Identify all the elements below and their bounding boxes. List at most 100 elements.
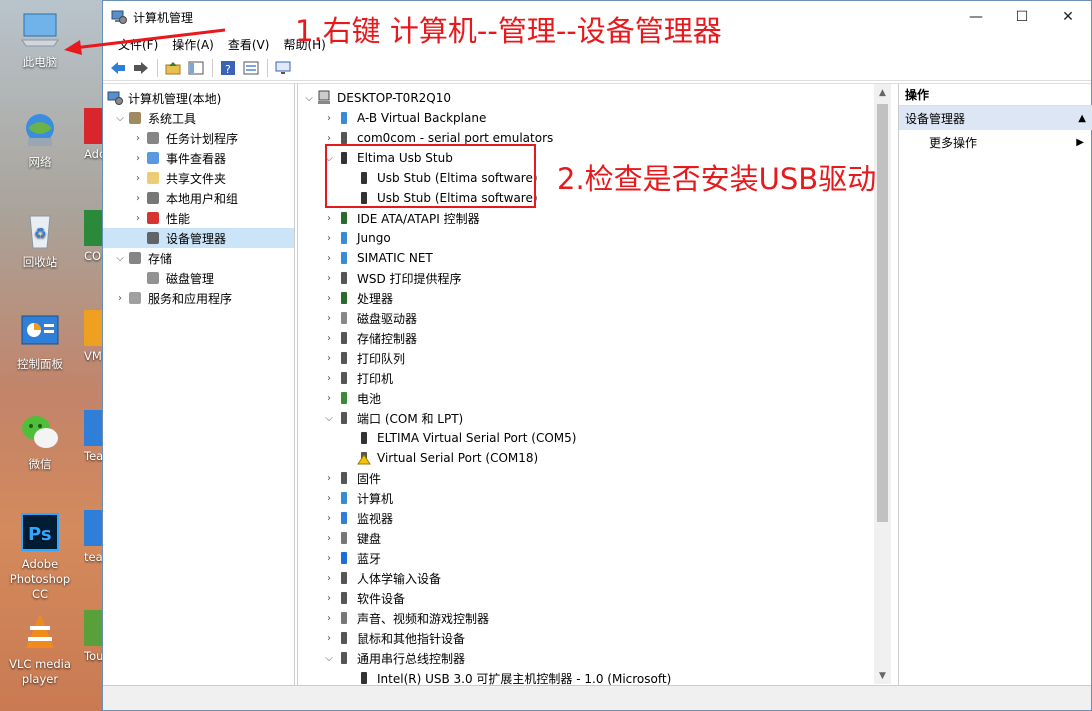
device-category[interactable]: › 计算机 [298,488,891,508]
tree-item[interactable]: › 事件查看器 [103,148,294,168]
desktop-icon[interactable]: 微信 [0,410,80,472]
chevron-right-icon[interactable]: › [322,293,336,304]
chevron-right-icon[interactable]: › [322,373,336,384]
tree-item[interactable]: › 性能 [103,208,294,228]
device-item[interactable]: ELTIMA Virtual Serial Port (COM5) [298,428,891,448]
scroll-down-icon[interactable]: ▼ [874,667,891,684]
maximize-button[interactable]: ☐ [999,1,1045,33]
properties-button[interactable] [240,57,262,79]
chevron-down-icon[interactable]: ⌵ [322,653,336,664]
chevron-right-icon[interactable]: › [131,173,145,184]
device-category[interactable]: ⌵ 端口 (COM 和 LPT) [298,408,891,428]
device-category[interactable]: › 监视器 [298,508,891,528]
device-category[interactable]: › 打印队列 [298,348,891,368]
chevron-right-icon[interactable]: › [322,593,336,604]
chevron-right-icon[interactable]: › [322,473,336,484]
device-icon [336,490,352,506]
tree-item[interactable]: ⌵ 系统工具 [103,108,294,128]
scroll-thumb[interactable] [877,104,888,522]
tree-item[interactable]: 设备管理器 [103,228,294,248]
chevron-right-icon[interactable]: › [322,313,336,324]
desktop-icon[interactable]: Ps Adobe Photoshop CC [0,510,80,602]
device-category[interactable]: › 蓝牙 [298,548,891,568]
device-icon [336,350,352,366]
chevron-right-icon[interactable]: › [131,213,145,224]
desktop-icon[interactable]: VLC media player [0,610,80,687]
device-category[interactable]: › 磁盘驱动器 [298,308,891,328]
actions-section-device-manager[interactable]: 设备管理器 ▲ [899,106,1092,130]
wechat-icon [18,410,62,454]
device-category[interactable]: › Jungo [298,228,891,248]
device-category[interactable]: › 固件 [298,468,891,488]
device-category[interactable]: › 软件设备 [298,588,891,608]
desktop-icon[interactable]: ♻ 回收站 [0,208,80,270]
chevron-right-icon[interactable]: › [322,133,336,144]
device-category[interactable]: › A-B Virtual Backplane [298,108,891,128]
desktop-icon-partial[interactable]: Ado [84,108,104,161]
tree-item[interactable]: › 任务计划程序 [103,128,294,148]
tree-item[interactable]: ⌵ 存储 [103,248,294,268]
chevron-right-icon[interactable]: › [322,493,336,504]
monitor-button[interactable] [272,57,294,79]
device-category[interactable]: › 处理器 [298,288,891,308]
chevron-right-icon[interactable]: › [322,333,336,344]
device-item[interactable]: Virtual Serial Port (COM18) [298,448,891,468]
desktop-icon[interactable]: 控制面板 [0,310,80,372]
chevron-right-icon[interactable]: › [322,233,336,244]
device-category[interactable]: › WSD 打印提供程序 [298,268,891,288]
tree-item[interactable]: 磁盘管理 [103,268,294,288]
desktop-icon-partial[interactable]: Tou [84,610,104,663]
app-icon [84,510,104,546]
chevron-down-icon[interactable]: ⌵ [322,413,336,424]
desktop-icon-partial[interactable]: tea 5中 [84,510,104,565]
desktop-icon-partial[interactable]: VM rks [84,310,104,363]
device-category[interactable]: › 声音、视频和游戏控制器 [298,608,891,628]
chevron-right-icon[interactable]: › [322,353,336,364]
tree-item[interactable]: › 本地用户和组 [103,188,294,208]
device-label: 固件 [357,471,382,486]
tree-item-label: 任务计划程序 [166,131,239,146]
chevron-down-icon[interactable]: ⌵ [113,253,127,264]
chevron-right-icon[interactable]: › [131,193,145,204]
chevron-right-icon[interactable]: › [322,633,336,644]
close-button[interactable]: ✕ [1045,1,1091,33]
tree-item[interactable]: › 服务和应用程序 [103,288,294,308]
chevron-right-icon[interactable]: › [322,213,336,224]
chevron-right-icon[interactable]: › [322,393,336,404]
chevron-right-icon[interactable]: › [131,153,145,164]
desktop-icon[interactable]: 网络 [0,108,80,170]
device-category[interactable]: › 电池 [298,388,891,408]
device-icon [336,650,352,666]
chevron-right-icon[interactable]: › [322,513,336,524]
chevron-right-icon[interactable]: › [322,573,336,584]
chevron-right-icon[interactable]: › [322,553,336,564]
tree-item[interactable]: › 共享文件夹 [103,168,294,188]
chevron-right-icon[interactable]: › [322,253,336,264]
desktop-icon-partial[interactable]: CO [84,210,104,263]
chevron-down-icon[interactable]: ⌵ [302,93,316,104]
device-category[interactable]: › 存储控制器 [298,328,891,348]
device-category[interactable]: ⌵ 通用串行总线控制器 [298,648,891,668]
chevron-right-icon[interactable]: › [322,113,336,124]
vertical-scrollbar[interactable]: ▲ ▼ [874,84,891,684]
device-category[interactable]: › 打印机 [298,368,891,388]
device-category[interactable]: › 键盘 [298,528,891,548]
tree-root[interactable]: 计算机管理(本地) [103,88,294,108]
desktop-icon-label: Adobe Photoshop CC [9,557,71,601]
desktop-icon-partial[interactable]: Tea [84,410,104,463]
device-category[interactable]: › 人体学输入设备 [298,568,891,588]
chevron-down-icon[interactable]: ⌵ [113,113,127,124]
chevron-right-icon[interactable]: › [131,133,145,144]
chevron-right-icon[interactable]: › [322,613,336,624]
chevron-right-icon[interactable]: › [322,273,336,284]
chevron-right-icon[interactable]: › [113,293,127,304]
more-actions-item[interactable]: 更多操作 ▶ [899,130,1092,154]
device-root[interactable]: ⌵ DESKTOP-T0R2Q10 [298,88,891,108]
collapse-triangle-icon[interactable]: ▲ [1078,113,1086,124]
device-category[interactable]: › 鼠标和其他指针设备 [298,628,891,648]
minimize-button[interactable]: — [953,1,999,33]
scroll-up-icon[interactable]: ▲ [874,84,891,101]
chevron-right-icon[interactable]: › [322,533,336,544]
device-category[interactable]: › IDE ATA/ATAPI 控制器 [298,208,891,228]
device-category[interactable]: › SIMATIC NET [298,248,891,268]
